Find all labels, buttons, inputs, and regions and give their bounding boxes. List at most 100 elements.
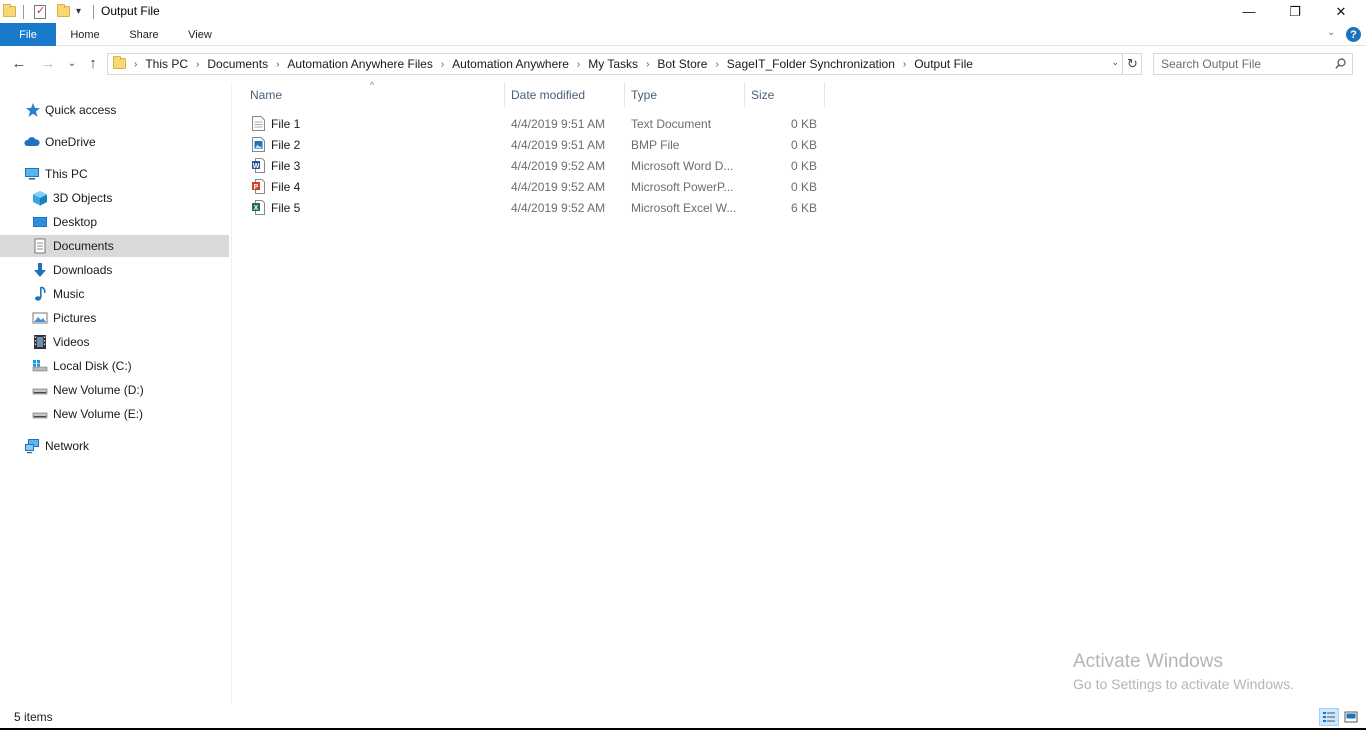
- pictures-icon: [32, 310, 48, 326]
- nav-item-local-disk-c[interactable]: Local Disk (C:): [0, 355, 229, 377]
- text-document-icon: [252, 116, 265, 131]
- nav-label: Videos: [53, 335, 90, 349]
- svg-text:X: X: [254, 205, 259, 212]
- up-button[interactable]: ↑: [85, 55, 101, 72]
- file-type: Microsoft PowerP...: [631, 179, 734, 194]
- details-view-icon: [1323, 712, 1335, 722]
- column-divider[interactable]: [504, 82, 505, 107]
- nav-item-pictures[interactable]: Pictures: [0, 307, 229, 329]
- column-header-date-modified[interactable]: Date modified: [511, 82, 624, 107]
- nav-label: Desktop: [53, 215, 98, 229]
- customize-toolbar-dropdown[interactable]: ▾: [76, 3, 81, 20]
- breadcrumb-automation-anywhere[interactable]: Automation Anywhere: [452, 57, 569, 71]
- nav-item-downloads[interactable]: Downloads: [0, 259, 229, 281]
- bmp-image-icon: [252, 137, 265, 152]
- file-type: Microsoft Word D...: [631, 158, 734, 173]
- pane-splitter[interactable]: [231, 82, 232, 704]
- nav-item-onedrive[interactable]: OneDrive: [0, 131, 229, 153]
- minimize-button[interactable]: —: [1226, 0, 1272, 23]
- nav-item-network[interactable]: Network: [0, 435, 229, 457]
- nav-item-music[interactable]: Music: [0, 283, 229, 305]
- file-date-modified: 4/4/2019 9:52 AM: [511, 158, 606, 173]
- refresh-button[interactable]: ↻: [1124, 53, 1142, 75]
- column-divider[interactable]: [624, 82, 625, 107]
- breadcrumb-output-file[interactable]: Output File: [914, 57, 973, 71]
- close-button[interactable]: ✕: [1318, 0, 1364, 23]
- file-size: 0 KB: [790, 158, 817, 173]
- address-bar[interactable]: › This PC › Documents › Automation Anywh…: [107, 53, 1123, 75]
- breadcrumb-separator[interactable]: ›: [903, 59, 906, 70]
- search-icon[interactable]: [1335, 58, 1346, 69]
- tab-home[interactable]: Home: [63, 23, 107, 46]
- file-date-modified: 4/4/2019 9:51 AM: [511, 116, 606, 131]
- breadcrumb-separator[interactable]: ›: [196, 59, 199, 70]
- column-divider[interactable]: [744, 82, 745, 107]
- breadcrumb-separator[interactable]: ›: [276, 59, 279, 70]
- breadcrumb-this-pc[interactable]: This PC: [145, 57, 188, 71]
- expand-ribbon-chevron-icon[interactable]: ⌄: [1327, 27, 1335, 38]
- breadcrumb-separator[interactable]: ›: [715, 59, 718, 70]
- nav-label: Pictures: [53, 311, 97, 325]
- nav-item-documents[interactable]: Documents: [0, 235, 229, 257]
- breadcrumb-sageit-folder-synchronization[interactable]: SageIT_Folder Synchronization: [727, 57, 895, 71]
- column-header-name[interactable]: Name: [250, 82, 504, 107]
- column-header-type[interactable]: Type: [631, 82, 743, 107]
- svg-text:P: P: [254, 184, 259, 191]
- column-header-size[interactable]: Size: [751, 82, 824, 107]
- folder-icon: [3, 3, 16, 20]
- nav-item-new-volume-d[interactable]: New Volume (D:): [0, 379, 229, 401]
- recent-locations-dropdown[interactable]: ⌄: [64, 55, 80, 71]
- nav-label: New Volume (D:): [53, 383, 144, 397]
- breadcrumb-automation-anywhere-files[interactable]: Automation Anywhere Files: [287, 57, 432, 71]
- address-dropdown-icon[interactable]: ⌄: [1111, 57, 1119, 68]
- nav-item-videos[interactable]: Videos: [0, 331, 229, 353]
- nav-label: Documents: [53, 239, 114, 253]
- file-row[interactable]: P File 4 4/4/2019 9:52 AM Microsoft Powe…: [248, 176, 826, 197]
- column-divider[interactable]: [824, 82, 825, 107]
- file-row[interactable]: File 1 4/4/2019 9:51 AM Text Document 0 …: [248, 113, 826, 134]
- restore-button[interactable]: ❐: [1272, 0, 1318, 23]
- file-size: 6 KB: [790, 200, 817, 215]
- help-icon[interactable]: ?: [1346, 27, 1361, 42]
- new-folder-icon[interactable]: [57, 3, 70, 20]
- computer-icon: [24, 166, 40, 182]
- tab-share[interactable]: Share: [122, 23, 166, 46]
- windows-drive-icon: [32, 358, 48, 374]
- breadcrumb-separator[interactable]: ›: [441, 59, 444, 70]
- file-row[interactable]: W File 3 4/4/2019 9:52 AM Microsoft Word…: [248, 155, 826, 176]
- file-name: File 2: [271, 137, 301, 152]
- powerpoint-document-icon: P: [252, 179, 265, 194]
- breadcrumb-separator[interactable]: ›: [577, 59, 580, 70]
- nav-item-new-volume-e[interactable]: New Volume (E:): [0, 403, 229, 425]
- nav-item-this-pc[interactable]: This PC: [0, 163, 229, 185]
- file-type: Text Document: [631, 116, 712, 131]
- nav-item-3d-objects[interactable]: 3D Objects: [0, 187, 229, 209]
- nav-item-quick-access[interactable]: Quick access: [0, 99, 229, 121]
- file-name: File 5: [271, 200, 301, 215]
- file-row[interactable]: File 2 4/4/2019 9:51 AM BMP File 0 KB: [248, 134, 826, 155]
- breadcrumb-separator[interactable]: ›: [646, 59, 649, 70]
- file-row[interactable]: X File 5 4/4/2019 9:52 AM Microsoft Exce…: [248, 197, 826, 218]
- status-bar: 5 items: [0, 704, 1366, 728]
- large-icons-view-button[interactable]: [1341, 708, 1361, 726]
- folder-icon: [113, 56, 126, 69]
- back-button[interactable]: ←: [11, 55, 27, 72]
- breadcrumb-documents[interactable]: Documents: [207, 57, 268, 71]
- word-document-icon: W: [252, 158, 265, 173]
- forward-button[interactable]: →: [40, 55, 56, 72]
- properties-icon[interactable]: [34, 3, 46, 20]
- nav-item-desktop[interactable]: Desktop: [0, 211, 229, 233]
- breadcrumb-separator[interactable]: ›: [134, 59, 137, 70]
- documents-icon: [32, 238, 48, 254]
- item-count: 5 items: [14, 710, 53, 724]
- breadcrumb-bot-store[interactable]: Bot Store: [657, 57, 707, 71]
- title-bar: ▾ Output File — ❐ ✕: [0, 0, 1366, 23]
- search-input[interactable]: [1154, 54, 1329, 74]
- tab-file[interactable]: File: [0, 23, 56, 46]
- breadcrumb-my-tasks[interactable]: My Tasks: [588, 57, 638, 71]
- details-view-button[interactable]: [1319, 708, 1339, 726]
- search-box: [1153, 53, 1353, 75]
- breadcrumb: › This PC › Documents › Automation Anywh…: [132, 54, 973, 74]
- nav-label: OneDrive: [45, 135, 96, 149]
- tab-view[interactable]: View: [180, 23, 220, 46]
